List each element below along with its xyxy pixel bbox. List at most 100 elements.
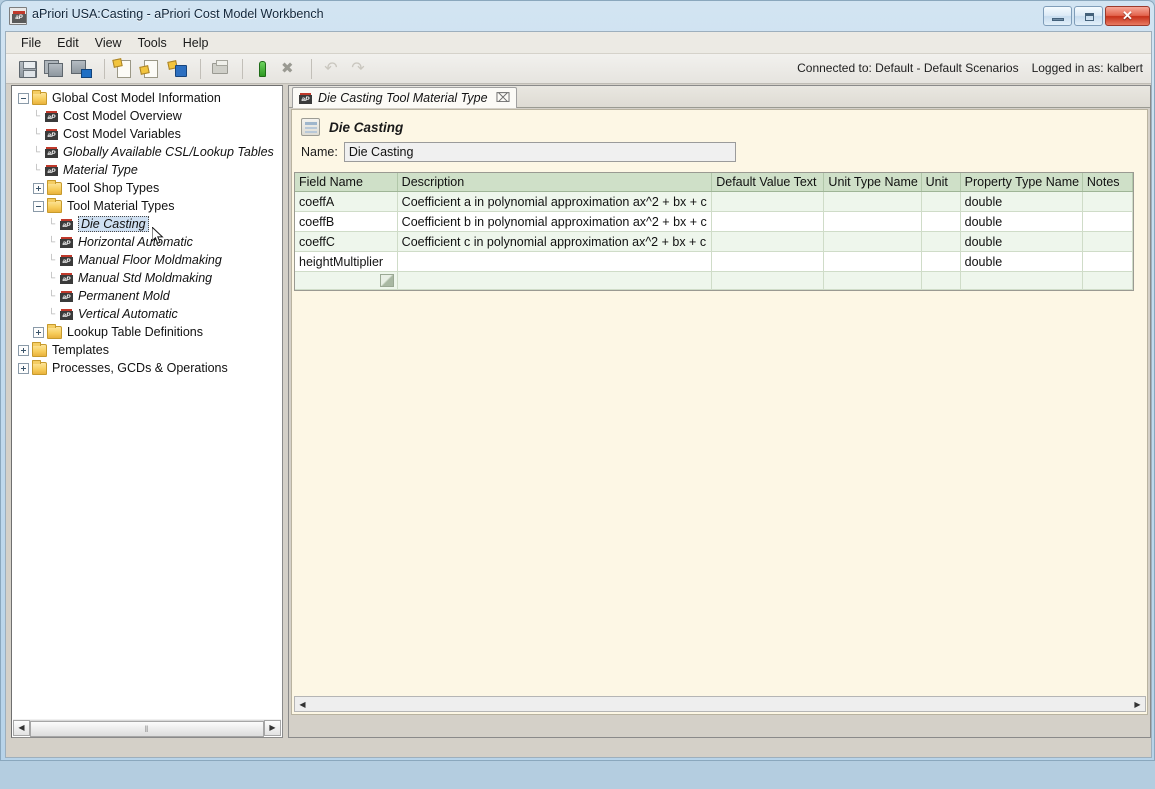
save-all-icon[interactable] bbox=[43, 57, 67, 81]
menu-item-view[interactable]: View bbox=[87, 34, 130, 52]
cell-default-value-text[interactable] bbox=[711, 271, 825, 290]
cell-unit[interactable] bbox=[921, 211, 961, 232]
minimize-button[interactable] bbox=[1043, 6, 1072, 26]
cell-unit[interactable] bbox=[921, 231, 961, 252]
navigation-tree[interactable]: Global Cost Model Information └ aP Cost Mod… bbox=[12, 89, 282, 707]
table-row[interactable]: coeffB Coefficient b in polynomial approx… bbox=[295, 211, 1134, 232]
cell-description[interactable]: Coefficient c in polynomial approximatio… bbox=[397, 231, 713, 252]
print-icon[interactable] bbox=[208, 57, 232, 81]
tree-scroll-track[interactable]: ‖ bbox=[30, 719, 264, 737]
name-input[interactable] bbox=[343, 142, 736, 162]
cell-notes[interactable] bbox=[1082, 211, 1134, 232]
tree-item-vertical-automatic[interactable]: └ aP Vertical Automatic bbox=[12, 305, 282, 323]
close-icon[interactable]: ⌧ bbox=[496, 91, 511, 105]
expand-toggle-icon[interactable] bbox=[33, 182, 44, 194]
tree-item-processes-gcds-operations[interactable]: Processes, GCDs & Operations bbox=[12, 359, 282, 377]
cell-field-name[interactable]: heightMultiplier bbox=[295, 251, 398, 272]
cell-field-name[interactable]: coeffA bbox=[295, 191, 398, 212]
new-row-icon[interactable] bbox=[379, 274, 394, 287]
expand-toggle-icon[interactable] bbox=[33, 326, 44, 338]
cell-default-value-text[interactable] bbox=[711, 211, 825, 232]
save-icon[interactable] bbox=[16, 57, 40, 81]
open-document-icon[interactable] bbox=[139, 57, 163, 81]
column-header-default-value-text[interactable]: Default Value Text bbox=[711, 173, 825, 192]
menu-item-help[interactable]: Help bbox=[175, 34, 217, 52]
tree-item-cost-model-variables[interactable]: └ aP Cost Model Variables bbox=[12, 125, 282, 143]
tree-item-material-type[interactable]: └ aP Material Type bbox=[12, 161, 282, 179]
tree-item-lookup-table-definitions[interactable]: Lookup Table Definitions bbox=[12, 323, 282, 341]
new-document-icon[interactable] bbox=[112, 57, 136, 81]
menu-item-tools[interactable]: Tools bbox=[130, 34, 175, 52]
table-new-row[interactable] bbox=[295, 271, 1134, 290]
cell-property-type-name[interactable] bbox=[960, 271, 1083, 290]
cell-default-value-text[interactable] bbox=[711, 231, 825, 252]
cell-notes[interactable] bbox=[1082, 251, 1134, 272]
tree-item-templates[interactable]: Templates bbox=[12, 341, 282, 359]
menu-item-edit[interactable]: Edit bbox=[49, 34, 87, 52]
tree-item-tool-shop-types[interactable]: Tool Shop Types bbox=[12, 179, 282, 197]
deploy-icon[interactable] bbox=[250, 57, 274, 81]
scroll-right-icon[interactable]: ▶ bbox=[1130, 697, 1145, 711]
column-header-description[interactable]: Description bbox=[397, 173, 713, 192]
collapse-toggle-icon[interactable] bbox=[18, 92, 29, 104]
publish-icon[interactable] bbox=[166, 57, 190, 81]
table-row[interactable]: coeffC Coefficient c in polynomial approx… bbox=[295, 231, 1134, 252]
cell-property-type-name[interactable]: double bbox=[960, 251, 1083, 272]
cell-unit-type-name[interactable] bbox=[823, 251, 922, 272]
cell-unit-type-name[interactable] bbox=[823, 231, 922, 252]
tree-item-cost-model-overview[interactable]: └ aP Cost Model Overview bbox=[12, 107, 282, 125]
cell-notes[interactable] bbox=[1082, 271, 1134, 290]
tab-die-casting-tool-material-type[interactable]: aP Die Casting Tool Material Type ⌧ bbox=[292, 87, 517, 108]
cell-unit[interactable] bbox=[921, 251, 961, 272]
cell-notes[interactable] bbox=[1082, 191, 1134, 212]
cell-unit-type-name[interactable] bbox=[823, 271, 922, 290]
collapse-toggle-icon[interactable] bbox=[33, 200, 44, 212]
cell-unit-type-name[interactable] bbox=[823, 191, 922, 212]
tree-horizontal-scrollbar[interactable]: ◀ ‖ ▶ bbox=[13, 719, 281, 737]
table-row[interactable]: heightMultiplier double bbox=[295, 251, 1134, 272]
tree-item-die-casting[interactable]: └ aP Die Casting bbox=[12, 215, 282, 233]
tree-scroll-thumb[interactable]: ‖ bbox=[30, 720, 264, 737]
cell-field-name[interactable]: coeffC bbox=[295, 231, 398, 252]
tree-item-horizontal-automatic[interactable]: └ aP Horizontal Automatic bbox=[12, 233, 282, 251]
column-header-field-name[interactable]: Field Name bbox=[295, 173, 398, 192]
save-as-icon[interactable] bbox=[70, 57, 94, 81]
cell-property-type-name[interactable]: double bbox=[960, 191, 1083, 212]
tree-item-global-cost-model-information[interactable]: Global Cost Model Information bbox=[12, 89, 282, 107]
cell-property-type-name[interactable]: double bbox=[960, 211, 1083, 232]
column-header-property-type-name[interactable]: Property Type Name bbox=[960, 173, 1083, 192]
tools-icon[interactable]: ✖ bbox=[277, 57, 301, 81]
tree-item-manual-floor-moldmaking[interactable]: └ aP Manual Floor Moldmaking bbox=[12, 251, 282, 269]
cell-unit[interactable] bbox=[921, 191, 961, 212]
cell-description[interactable] bbox=[397, 251, 713, 272]
cell-property-type-name[interactable]: double bbox=[960, 231, 1083, 252]
cell-field-name[interactable] bbox=[295, 271, 398, 290]
column-header-unit-type-name[interactable]: Unit Type Name bbox=[823, 173, 922, 192]
menu-item-file[interactable]: File bbox=[13, 34, 49, 52]
column-header-notes[interactable]: Notes bbox=[1082, 173, 1134, 192]
tree-item-manual-std-moldmaking[interactable]: └ aP Manual Std Moldmaking bbox=[12, 269, 282, 287]
maximize-button[interactable] bbox=[1074, 6, 1103, 26]
column-header-unit[interactable]: Unit bbox=[921, 173, 961, 192]
cell-unit-type-name[interactable] bbox=[823, 211, 922, 232]
undo-icon[interactable]: ↶ bbox=[319, 57, 343, 81]
cell-default-value-text[interactable] bbox=[711, 191, 825, 212]
scroll-left-icon[interactable]: ◀ bbox=[295, 697, 310, 711]
tree-item-tool-material-types[interactable]: Tool Material Types bbox=[12, 197, 282, 215]
cell-description[interactable]: Coefficient b in polynomial approximatio… bbox=[397, 211, 713, 232]
expand-toggle-icon[interactable] bbox=[18, 362, 29, 374]
cell-unit[interactable] bbox=[921, 271, 961, 290]
close-button[interactable]: ✕ bbox=[1105, 6, 1150, 26]
scroll-left-icon[interactable]: ◀ bbox=[13, 719, 30, 736]
redo-icon[interactable]: ↷ bbox=[346, 57, 370, 81]
cell-description[interactable]: Coefficient a in polynomial approximatio… bbox=[397, 191, 713, 212]
table-row[interactable]: coeffA Coefficient a in polynomial approx… bbox=[295, 191, 1134, 212]
cell-field-name[interactable]: coeffB bbox=[295, 211, 398, 232]
editor-horizontal-scrollbar[interactable]: ◀ ▶ bbox=[294, 696, 1146, 712]
tree-item-globally-available-csl-lookup-tables[interactable]: └ aP Globally Available CSL/Lookup Tables bbox=[12, 143, 282, 161]
tree-item-permanent-mold[interactable]: └ aP Permanent Mold bbox=[12, 287, 282, 305]
cell-default-value-text[interactable] bbox=[711, 251, 825, 272]
scroll-right-icon[interactable]: ▶ bbox=[264, 719, 281, 736]
cell-description[interactable] bbox=[397, 271, 713, 290]
cell-notes[interactable] bbox=[1082, 231, 1134, 252]
